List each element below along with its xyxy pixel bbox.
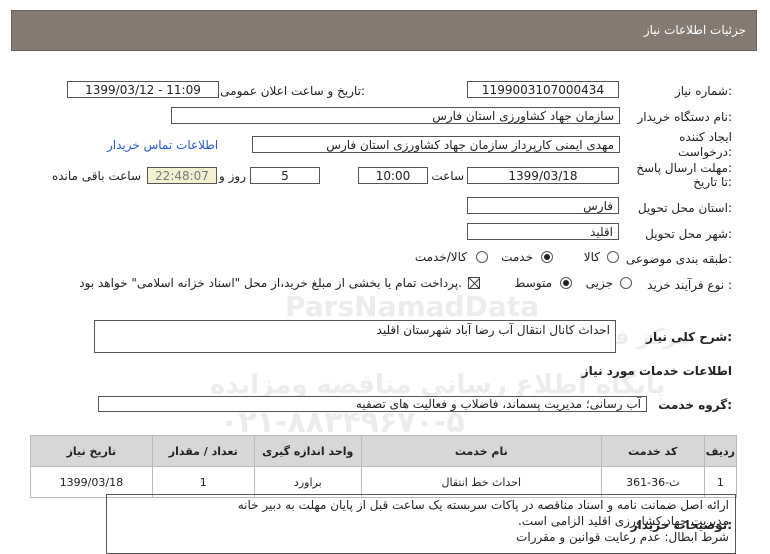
process-label: نوع فرآیند خرید : <box>647 278 732 292</box>
need-number-label: شماره نیاز: <box>674 84 732 98</box>
deadline-time-field: 10:00 <box>358 167 428 184</box>
category-radio-goods[interactable] <box>607 251 619 263</box>
cell-service-code: ث-36-361 <box>600 466 705 498</box>
service-group-field: آب رسانی؛ مدیریت پسماند، فاضلاب و فعالیت… <box>98 396 647 412</box>
summary-label: شرح کلی نیاز: <box>646 330 732 344</box>
cell-row: 1 <box>703 466 738 498</box>
province-field: فارس <box>467 197 619 214</box>
deadline-label-1: مهلت ارسال پاسخ: <box>636 161 732 175</box>
process-option-medium: متوسط <box>514 276 552 290</box>
creator-field: مهدی ایمنی کارپرداز سازمان جهاد کشاورزی … <box>252 136 620 153</box>
deadline-label-2: تا تاریخ: <box>693 175 732 189</box>
buyer-notes-field: ارائه اصل ضمانت نامه و اسناد مناقصه در پ… <box>106 494 736 554</box>
category-option-goods-service: کالا/خدمت <box>414 250 467 264</box>
buyer-contact-link[interactable]: اطلاعات تماس خریدار <box>107 138 218 152</box>
watermark-brand: ParsNamadData <box>285 290 539 323</box>
buyer-notes-line-2: مدیریت جهاد کشاورزی اقلید الزامی است. <box>517 514 729 528</box>
cell-service-name: احداث خط انتقال <box>360 466 602 498</box>
buyer-org-field: سازمان جهاد کشاورزی استان فارس <box>171 107 620 124</box>
services-table: ردیف کد خدمت نام خدمت واحد اندازه گیری ت… <box>30 435 738 498</box>
col-service-name: نام خدمت <box>360 435 602 467</box>
treasury-payment-checkbox[interactable] <box>468 277 480 289</box>
cell-quantity: 1 <box>151 466 255 498</box>
category-label: طبقه بندی موضوعی: <box>625 252 732 266</box>
need-number-field: 1199003107000434 <box>467 81 619 98</box>
treasury-payment-note: پرداخت تمام یا بخشی از مبلغ خرید،از محل … <box>79 276 462 290</box>
buyer-notes-line-3: شرط ابطال: عدم رعایت قوانین و مقررات <box>516 530 729 544</box>
table-header-row: ردیف کد خدمت نام خدمت واحد اندازه گیری ت… <box>30 435 738 467</box>
city-field: اقلید <box>467 223 619 240</box>
category-option-service: خدمت <box>501 250 533 264</box>
deadline-time-label: ساعت <box>431 169 464 183</box>
buyer-org-label: نام دستگاه خریدار: <box>637 110 733 124</box>
process-option-minor: جزیی <box>585 276 613 290</box>
days-label: روز و <box>219 169 246 183</box>
table-row: 1 ث-36-361 احداث خط انتقال براورد 1 1399… <box>30 466 738 498</box>
announce-label: تاریخ و ساعت اعلان عمومی: <box>220 84 365 98</box>
category-radio-service[interactable] <box>541 251 553 263</box>
creator-label-1: ایجاد کننده <box>679 130 732 144</box>
col-need-date: تاریخ نیاز <box>30 435 153 467</box>
days-field: 5 <box>250 167 320 184</box>
col-unit: واحد اندازه گیری <box>253 435 362 467</box>
city-label: شهر محل تحویل: <box>645 227 732 241</box>
remaining-label: ساعت باقی مانده <box>51 169 141 183</box>
creator-label-2: درخواست: <box>678 145 732 159</box>
cell-unit: براورد <box>253 466 362 498</box>
page-header: جزئیات اطلاعات نیاز <box>11 10 757 51</box>
col-quantity: تعداد / مقدار <box>151 435 255 467</box>
service-group-label: گروه خدمت: <box>658 398 732 412</box>
buyer-notes-line-1: ارائه اصل ضمانت نامه و اسناد مناقصه در پ… <box>237 498 729 512</box>
process-radio-medium[interactable] <box>560 277 572 289</box>
col-row: ردیف <box>703 435 738 467</box>
province-label: استان محل تحویل: <box>637 201 732 215</box>
announce-field: 1399/03/12 - 11:09 <box>67 81 219 98</box>
remaining-time-field: 22:48:07 <box>147 167 217 184</box>
page-title: جزئیات اطلاعات نیاز <box>643 23 746 37</box>
cell-need-date: 1399/03/18 <box>30 466 153 498</box>
services-section-title: اطلاعات خدمات مورد نیاز <box>581 364 732 378</box>
process-radio-minor[interactable] <box>620 277 632 289</box>
deadline-date-field: 1399/03/18 <box>467 167 619 184</box>
category-option-goods: کالا <box>583 250 600 264</box>
col-service-code: کد خدمت <box>600 435 705 467</box>
category-radio-goods-service[interactable] <box>476 251 488 263</box>
summary-field: احداث کانال انتقال آب رضا آباد شهرستان ا… <box>94 320 616 353</box>
